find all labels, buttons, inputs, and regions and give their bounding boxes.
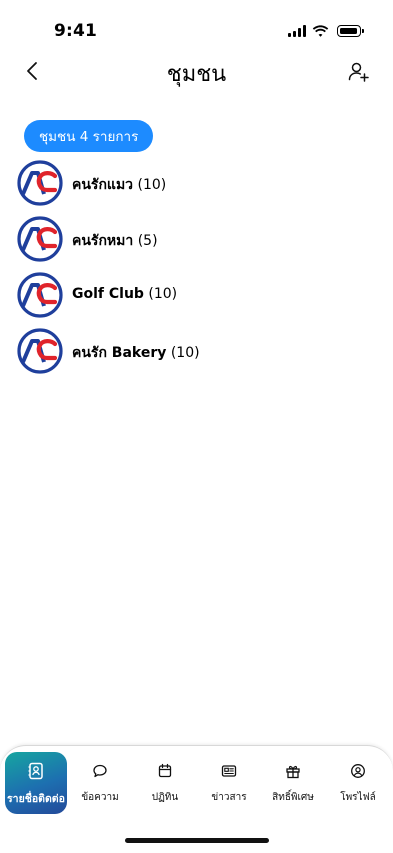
community-item-text: คนรักหมา (5): [72, 230, 158, 252]
tab-label: ข่าวสาร: [211, 792, 247, 803]
community-item[interactable]: คนรักแมว (10): [0, 156, 393, 212]
page-title: ชุมชน: [166, 62, 227, 87]
tab-news[interactable]: ข่าวสาร: [201, 760, 257, 805]
home-indicator: [125, 838, 269, 843]
tab-calendar[interactable]: ปฏิทิน: [137, 760, 193, 805]
community-logo-icon: [17, 160, 63, 206]
community-count-pill: ชุมชน 4 รายการ: [24, 120, 154, 152]
contacts-icon: [28, 762, 43, 780]
tab-label: สิทธิ์พิเศษ: [272, 792, 314, 803]
tab-messages[interactable]: ข้อความ: [72, 760, 128, 805]
community-name: คนรักแมว: [72, 177, 134, 193]
tab-privileges[interactable]: สิทธิ์พิเศษ: [265, 760, 321, 805]
tab-label: รายชื่อติดต่อ: [7, 793, 65, 805]
member-count: (10): [137, 177, 167, 193]
newspaper-icon: [221, 765, 237, 777]
community-item[interactable]: คนรัก Bakery (10): [0, 324, 393, 380]
tab-profile[interactable]: โพรไฟล์: [330, 760, 386, 805]
tab-label: ปฏิทิน: [151, 792, 179, 803]
community-logo-icon: [17, 216, 63, 262]
chat-bubble-icon: [93, 764, 107, 778]
tab-contacts[interactable]: รายชื่อติดต่อ: [5, 752, 67, 814]
status-icons: [288, 25, 364, 37]
add-user-icon[interactable]: [347, 60, 371, 84]
member-count: (10): [170, 345, 200, 361]
community-item[interactable]: Golf Club (10): [0, 268, 393, 324]
tab-label: โพรไฟล์: [340, 792, 376, 803]
community-item-text: คนรัก Bakery (10): [72, 342, 200, 364]
community-logo-icon: [17, 272, 63, 318]
wifi-icon: [312, 25, 329, 37]
community-name: คนรัก Bakery: [72, 345, 167, 361]
profile-icon: [351, 764, 365, 778]
gift-icon: [286, 765, 300, 779]
community-item-text: Golf Club (10): [72, 286, 177, 302]
calendar-icon: [158, 763, 172, 778]
tab-label: ข้อความ: [81, 792, 119, 803]
battery-icon: [337, 25, 364, 37]
header: ชุมชน: [0, 54, 393, 94]
status-bar: 9:41: [0, 0, 393, 54]
community-item[interactable]: คนรักหมา (5): [0, 212, 393, 268]
status-time: 9:41: [54, 21, 98, 41]
community-item-text: คนรักแมว (10): [72, 174, 166, 196]
member-count: (5): [137, 233, 158, 249]
community-name: คนรักหมา: [72, 233, 134, 249]
member-count: (10): [148, 286, 178, 302]
community-logo-icon: [17, 328, 63, 374]
community-name: Golf Club: [72, 286, 144, 302]
cellular-signal-icon: [288, 25, 306, 37]
community-list: คนรักแมว (10) คนรักหมา (5) Golf Club (10…: [0, 156, 393, 380]
